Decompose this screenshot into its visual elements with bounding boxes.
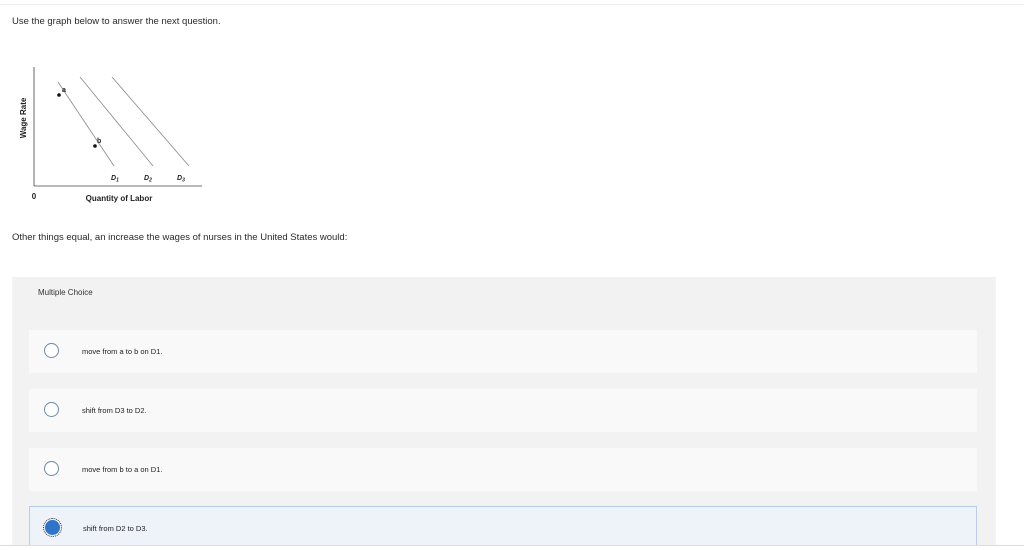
bottom-divider: [0, 545, 1024, 546]
curve-label-d2-sub: 2: [148, 178, 152, 184]
radio-button-3[interactable]: [44, 461, 59, 476]
answer-option-text-2: shift from D3 to D2.: [82, 406, 147, 415]
demand-curve-d2: [79, 76, 154, 167]
y-axis-label: Wage Rate: [19, 97, 28, 138]
answer-option-text-4: shift from D2 to D3.: [83, 524, 148, 533]
point-a: [57, 93, 61, 97]
labor-demand-graph: Wage Rate 0 Quantity of Labor a b D1 D2 …: [12, 62, 212, 212]
origin-label: 0: [32, 192, 37, 201]
radio-button-1[interactable]: [44, 343, 59, 358]
point-b-label: b: [97, 138, 101, 145]
curve-label-d3: D3: [177, 175, 185, 184]
answer-option-1[interactable]: move from a to b on D1.: [29, 330, 977, 373]
answer-option-text-1: move from a to b on D1.: [82, 347, 163, 356]
top-divider: [0, 4, 1024, 5]
question-text: Other things equal, an increase the wage…: [12, 232, 348, 243]
answer-option-2[interactable]: shift from D3 to D2.: [29, 389, 977, 432]
demand-curve-d3: [111, 76, 190, 167]
multiple-choice-panel: Multiple Choice move from a to b on D1. …: [12, 277, 996, 545]
x-axis-label: Quantity of Labor: [86, 194, 153, 203]
answer-option-3[interactable]: move from b to a on D1.: [29, 448, 977, 491]
demand-curve-d1: [57, 81, 115, 167]
answer-option-4[interactable]: shift from D2 to D3.: [29, 506, 977, 545]
curve-label-d2: D2: [144, 175, 152, 184]
radio-button-4-selected[interactable]: [43, 518, 62, 537]
point-a-label: a: [62, 87, 66, 94]
curve-label-d1: D1: [111, 175, 119, 184]
curve-label-d3-sub: 3: [182, 178, 185, 184]
multiple-choice-label: Multiple Choice: [38, 288, 93, 297]
instruction-text: Use the graph below to answer the next q…: [12, 16, 221, 27]
curve-label-d1-sub: 1: [116, 178, 119, 184]
answer-option-text-3: move from b to a on D1.: [82, 465, 163, 474]
radio-button-2[interactable]: [44, 402, 59, 417]
